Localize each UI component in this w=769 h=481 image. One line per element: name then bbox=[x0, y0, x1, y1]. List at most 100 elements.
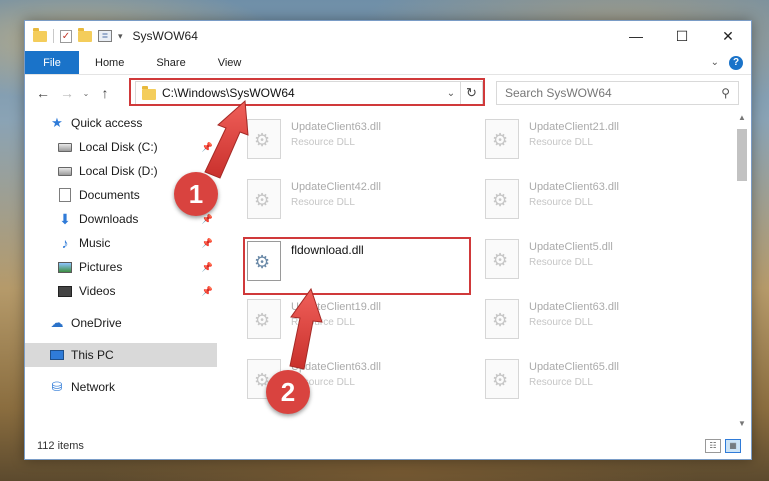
sidebar-item-label: Pictures bbox=[79, 260, 123, 274]
sidebar-item-local-disk-c[interactable]: Local Disk (C:) 📌 bbox=[25, 135, 217, 159]
sidebar-item-label: Downloads bbox=[79, 212, 139, 226]
sidebar-item-label: OneDrive bbox=[71, 316, 122, 330]
sidebar-item-label: Documents bbox=[79, 188, 140, 202]
toolbar-divider bbox=[53, 29, 54, 43]
pin-icon[interactable]: 📌 bbox=[202, 238, 213, 249]
sidebar-item-pictures[interactable]: Pictures 📌 bbox=[25, 255, 217, 279]
properties-check-icon[interactable]: ✓ bbox=[60, 29, 72, 43]
vertical-scrollbar[interactable]: ▲ ▼ bbox=[735, 111, 749, 431]
file-name: UpdateClient63.dll bbox=[529, 181, 619, 193]
file-type: Resource DLL bbox=[291, 137, 355, 148]
file-item[interactable]: UpdateClient19.dll Resource DLL bbox=[247, 299, 477, 347]
sidebar-item-label: Local Disk (D:) bbox=[79, 164, 158, 178]
recent-locations-icon[interactable]: ⌄ bbox=[79, 89, 93, 98]
file-name: UpdateClient63.dll bbox=[291, 361, 381, 373]
details-view-icon[interactable]: ☷ bbox=[705, 439, 721, 453]
search-icon[interactable]: ⚲ bbox=[721, 86, 730, 100]
expand-ribbon-icon[interactable]: ⌄ bbox=[711, 57, 719, 68]
tab-file[interactable]: File bbox=[25, 51, 79, 74]
search-input[interactable]: Search SysWOW64 bbox=[505, 86, 612, 100]
file-explorer-window: ✓ ≣ ▾ SysWOW64 — ☐ ✕ File Home Share Vie… bbox=[24, 20, 752, 460]
sidebar-item-music[interactable]: ♪ Music 📌 bbox=[25, 231, 217, 255]
file-item[interactable]: UpdateClient63.dll Resource DLL bbox=[485, 179, 715, 227]
pin-icon[interactable]: 📌 bbox=[202, 262, 213, 273]
file-item[interactable]: UpdateClient21.dll Resource DLL bbox=[485, 119, 715, 167]
new-folder-icon[interactable] bbox=[78, 27, 92, 42]
dll-file-icon bbox=[247, 179, 281, 219]
file-highlight-box bbox=[243, 237, 471, 295]
search-box[interactable]: Search SysWOW64 ⚲ bbox=[496, 81, 739, 105]
customize-toolbar-dropdown-icon[interactable]: ▾ bbox=[118, 31, 123, 42]
callout-step-1: 1 bbox=[174, 172, 218, 216]
sidebar-item-label: Quick access bbox=[71, 116, 143, 130]
file-type: Resource DLL bbox=[529, 137, 593, 148]
file-item[interactable]: UpdateClient5.dll Resource DLL bbox=[485, 239, 715, 287]
item-count: 112 items bbox=[37, 440, 84, 452]
view-switcher: ☷ ▦ bbox=[705, 439, 751, 453]
file-name: UpdateClient42.dll bbox=[291, 181, 381, 193]
scroll-down-icon[interactable]: ▼ bbox=[735, 417, 749, 431]
pin-icon[interactable]: 📌 bbox=[202, 214, 213, 225]
sidebar-item-label: Music bbox=[79, 236, 111, 250]
tab-share[interactable]: Share bbox=[140, 51, 201, 74]
status-bar: 112 items ☷ ▦ bbox=[25, 433, 751, 459]
drive-icon bbox=[57, 140, 73, 154]
sidebar-item-quick-access[interactable]: ★ Quick access bbox=[25, 111, 217, 135]
sidebar-item-videos[interactable]: Videos 📌 bbox=[25, 279, 217, 303]
drive-icon bbox=[57, 164, 73, 178]
documents-icon bbox=[57, 188, 73, 202]
forward-button[interactable]: → bbox=[55, 85, 79, 101]
file-item[interactable]: UpdateClient63.dll Resource DLL bbox=[247, 119, 477, 167]
dll-file-icon bbox=[485, 119, 519, 159]
tiles-view-icon[interactable]: ▦ bbox=[725, 439, 741, 453]
file-type: Resource DLL bbox=[529, 197, 593, 208]
tab-view[interactable]: View bbox=[202, 51, 258, 74]
address-highlight-box bbox=[129, 78, 485, 106]
scroll-up-icon[interactable]: ▲ bbox=[735, 111, 749, 125]
pin-icon[interactable]: 📌 bbox=[202, 142, 213, 153]
sidebar-item-label: Local Disk (C:) bbox=[79, 140, 158, 154]
sidebar-item-onedrive[interactable]: ☁ OneDrive bbox=[25, 311, 217, 335]
file-item[interactable]: UpdateClient65.dll Resource DLL bbox=[485, 359, 715, 407]
callout-step-2: 2 bbox=[266, 370, 310, 414]
file-item[interactable]: UpdateClient63.dll Resource DLL bbox=[485, 299, 715, 347]
title-bar: ✓ ≣ ▾ SysWOW64 — ☐ ✕ bbox=[25, 21, 751, 51]
window-controls: — ☐ ✕ bbox=[613, 21, 751, 51]
up-button[interactable]: ↑ bbox=[93, 85, 117, 101]
dll-file-icon bbox=[485, 179, 519, 219]
file-type: Resource DLL bbox=[529, 257, 593, 268]
sidebar-item-label: This PC bbox=[71, 348, 114, 362]
star-icon: ★ bbox=[51, 115, 63, 130]
sidebar-item-label: Videos bbox=[79, 284, 116, 298]
dll-file-icon bbox=[247, 119, 281, 159]
dll-file-icon bbox=[485, 239, 519, 279]
file-item[interactable]: UpdateClient42.dll Resource DLL bbox=[247, 179, 477, 227]
back-button[interactable]: ← bbox=[31, 85, 55, 101]
cloud-icon: ☁ bbox=[50, 315, 64, 330]
quick-access-toolbar: ✓ ≣ ▾ bbox=[25, 27, 123, 43]
computer-icon bbox=[49, 348, 65, 362]
folder-icon[interactable] bbox=[33, 27, 47, 42]
properties-icon[interactable]: ≣ bbox=[98, 30, 112, 42]
sidebar-item-this-pc[interactable]: This PC bbox=[25, 343, 217, 367]
file-name: UpdateClient19.dll bbox=[291, 301, 381, 313]
ribbon-tabs: File Home Share View ⌄ ? bbox=[25, 51, 751, 75]
pin-icon[interactable]: 📌 bbox=[202, 286, 213, 297]
scroll-thumb[interactable] bbox=[737, 129, 747, 181]
help-icon[interactable]: ? bbox=[729, 55, 743, 70]
close-button[interactable]: ✕ bbox=[705, 21, 751, 51]
pictures-icon bbox=[57, 260, 73, 274]
dll-file-icon bbox=[247, 299, 281, 339]
maximize-button[interactable]: ☐ bbox=[659, 21, 705, 51]
dll-file-icon bbox=[485, 359, 519, 399]
tab-home[interactable]: Home bbox=[79, 51, 140, 74]
file-name: UpdateClient63.dll bbox=[529, 301, 619, 313]
minimize-button[interactable]: — bbox=[613, 21, 659, 51]
file-name: UpdateClient65.dll bbox=[529, 361, 619, 373]
sidebar-item-label: Network bbox=[71, 380, 116, 394]
sidebar-item-network[interactable]: ⛁ Network bbox=[25, 375, 217, 399]
file-name: UpdateClient63.dll bbox=[291, 121, 381, 133]
